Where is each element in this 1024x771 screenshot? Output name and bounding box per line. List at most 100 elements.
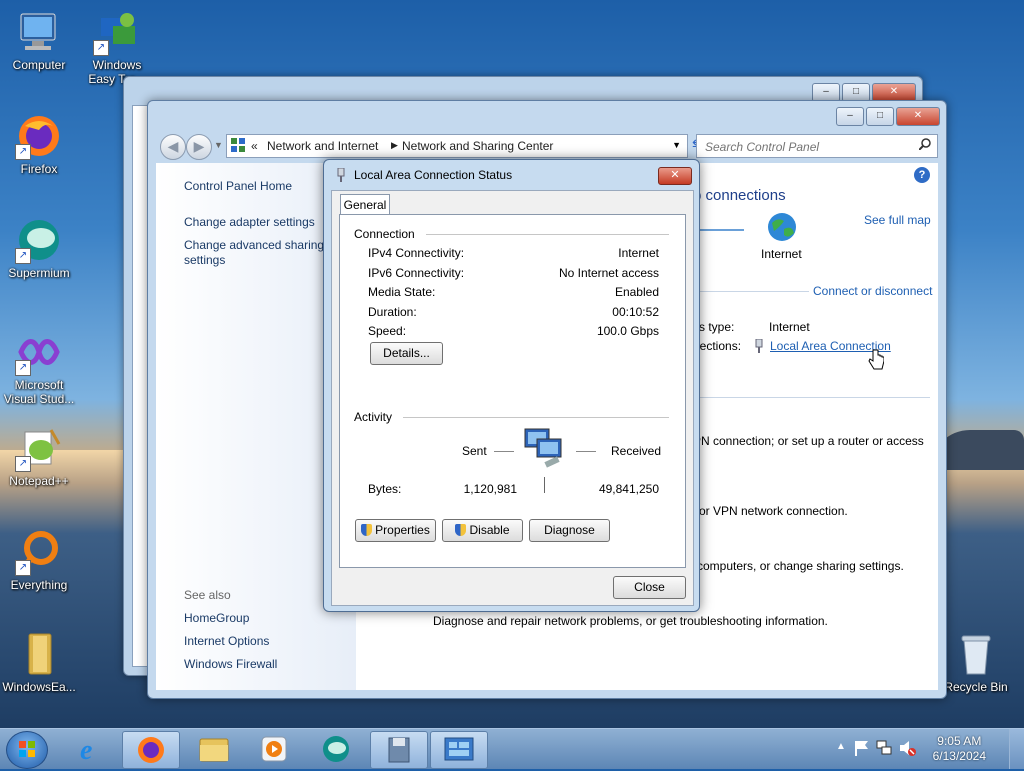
bytes-label: Bytes: (368, 482, 402, 496)
speed-value: 100.0 Gbps (596, 324, 659, 338)
taskbar-program[interactable] (370, 731, 428, 769)
bytes-divider (544, 477, 545, 493)
search-box[interactable] (696, 134, 938, 158)
desktop-icon-computer[interactable]: Computer (0, 8, 78, 72)
task-description-homegroup: computers, or change sharing settings. (697, 559, 904, 573)
volume-muted-icon[interactable] (898, 739, 916, 760)
desktop-icon-label: WindowsEa... (2, 680, 76, 694)
show-hidden-icons-icon[interactable]: ▲ (836, 741, 846, 752)
received-label: Received (611, 444, 662, 458)
breadcrumb-network-sharing-center[interactable]: Network and Sharing Center (402, 139, 553, 153)
desktop-icon-label: Everything (10, 578, 68, 592)
address-bar[interactable]: « Network and Internet ▶ Network and Sha… (226, 134, 688, 158)
taskbar-supermium[interactable] (308, 731, 364, 767)
taskbar: e ▲ 9:05 AM 6/13/2024 (0, 728, 1024, 769)
group-separator (403, 417, 669, 418)
link-control-panel-home[interactable]: Control Panel Home (184, 179, 292, 193)
ipv4-connectivity-value: Internet (618, 246, 659, 260)
see-also-heading: See also (184, 588, 231, 602)
forward-button[interactable]: ▶ (186, 134, 212, 160)
taskbar-file-explorer[interactable] (186, 731, 242, 767)
everything-icon: ↗ (15, 528, 63, 576)
close-button[interactable]: Close (613, 576, 686, 599)
address-chevrons[interactable]: « (251, 139, 258, 153)
search-icon[interactable] (918, 138, 931, 153)
bytes-sent-value: 1,120,981 (463, 482, 517, 496)
disable-button-label: Disable (469, 523, 510, 537)
connections-label: nections: (693, 339, 742, 353)
shortcut-arrow-icon: ↗ (15, 560, 31, 576)
window-caption-buttons: – □ ✕ (834, 107, 940, 126)
details-button[interactable]: Details... (370, 342, 443, 365)
ethernet-connection-icon (754, 338, 764, 356)
link-homegroup[interactable]: HomeGroup (184, 611, 249, 625)
desktop-icon-notepad-plus-plus[interactable]: ↗ Notepad++ (0, 424, 78, 488)
recent-pages-dropdown-icon[interactable]: ▼ (214, 140, 223, 150)
dialog-close-x-button[interactable]: ✕ (658, 167, 692, 185)
link-windows-firewall[interactable]: Windows Firewall (184, 657, 277, 671)
desktop-icon-recycle-bin[interactable]: Recycle Bin (937, 630, 1015, 694)
help-icon[interactable]: ? (914, 167, 930, 183)
control-panel-icon (231, 138, 245, 155)
tab-general[interactable]: General (340, 194, 390, 215)
media-state-value: Enabled (614, 285, 659, 299)
desktop-icon-windowsea-folder[interactable]: WindowsEa... (0, 630, 78, 694)
folder-icon (15, 630, 63, 678)
link-see-full-map[interactable]: See full map (864, 213, 931, 227)
network-activity-icon (523, 427, 571, 474)
bytes-received-value: 49,841,250 (598, 482, 659, 496)
desktop-icon-windows-easy-transfer[interactable]: ↗ Windows Easy Tra... (78, 8, 156, 86)
svg-text:e: e (80, 735, 92, 766)
page-heading-fragment: p connections (693, 187, 786, 204)
recycle-bin-icon (952, 630, 1000, 678)
supermium-icon: ↗ (15, 216, 63, 264)
duration-label: Duration: (368, 305, 417, 319)
clock-time: 9:05 AM (937, 734, 982, 748)
ethernet-title-icon (336, 167, 346, 185)
dialog-body: General Connection IPv4 Connectivity: In… (331, 190, 694, 606)
desktop-icon-firefox[interactable]: ↗ Firefox (0, 112, 78, 176)
show-desktop-button[interactable] (1009, 729, 1024, 769)
start-button[interactable] (6, 731, 48, 769)
address-dropdown-icon[interactable]: ▼ (672, 140, 681, 150)
maximize-button[interactable]: □ (866, 107, 894, 126)
windows-logo-icon (19, 741, 35, 757)
link-change-advanced-sharing-line1[interactable]: Change advanced sharing (184, 238, 324, 252)
media-state-label: Media State: (368, 285, 436, 299)
taskbar-internet-explorer[interactable]: e (62, 731, 118, 767)
desktop-icon-label: Supermium (8, 266, 70, 280)
taskbar-firefox[interactable] (122, 731, 180, 769)
access-type-value: Internet (769, 320, 810, 334)
properties-button[interactable]: Properties (355, 519, 436, 542)
network-tray-icon[interactable] (876, 739, 892, 760)
link-internet-options[interactable]: Internet Options (184, 634, 269, 648)
desktop-icon-supermium[interactable]: ↗ Supermium (0, 216, 78, 280)
desktop-icon-visual-studio[interactable]: ↗ Microsoft Visual Stud... (0, 328, 78, 406)
taskbar-media-player[interactable] (246, 731, 302, 767)
link-change-adapter-settings[interactable]: Change adapter settings (184, 215, 315, 229)
local-area-connection-status-dialog[interactable]: Local Area Connection Status ✕ General C… (323, 159, 700, 612)
speed-label: Speed: (368, 324, 407, 338)
link-change-advanced-sharing-line2[interactable]: settings (184, 253, 225, 267)
minimize-button[interactable]: – (836, 107, 864, 126)
search-input[interactable] (703, 137, 907, 157)
sent-line (494, 451, 514, 452)
desktop-icon-label: Computer (12, 58, 66, 72)
action-center-flag-icon[interactable] (854, 739, 870, 760)
system-clock[interactable]: 9:05 AM 6/13/2024 (933, 734, 986, 764)
desktop-icon-everything[interactable]: ↗ Everything (0, 528, 78, 592)
disable-button[interactable]: Disable (442, 519, 523, 542)
breadcrumb-separator-icon[interactable]: ▶ (391, 140, 398, 151)
link-connect-or-disconnect[interactable]: Connect or disconnect (809, 284, 933, 298)
desktop-icon-label: Firefox (20, 162, 58, 176)
system-tray: ▲ 9:05 AM 6/13/2024 (834, 729, 1024, 769)
close-button[interactable]: ✕ (896, 107, 940, 126)
easy-transfer-icon: ↗ (93, 8, 141, 56)
breadcrumb-network-and-internet[interactable]: Network and Internet (267, 139, 378, 153)
diagnose-button[interactable]: Diagnose (529, 519, 610, 542)
properties-button-label: Properties (375, 523, 430, 537)
taskbar-control-panel[interactable] (430, 731, 488, 769)
section-divider (696, 397, 930, 398)
back-button[interactable]: ◀ (160, 134, 186, 160)
task-description-vpn: PN connection; or set up a router or acc… (693, 434, 924, 448)
